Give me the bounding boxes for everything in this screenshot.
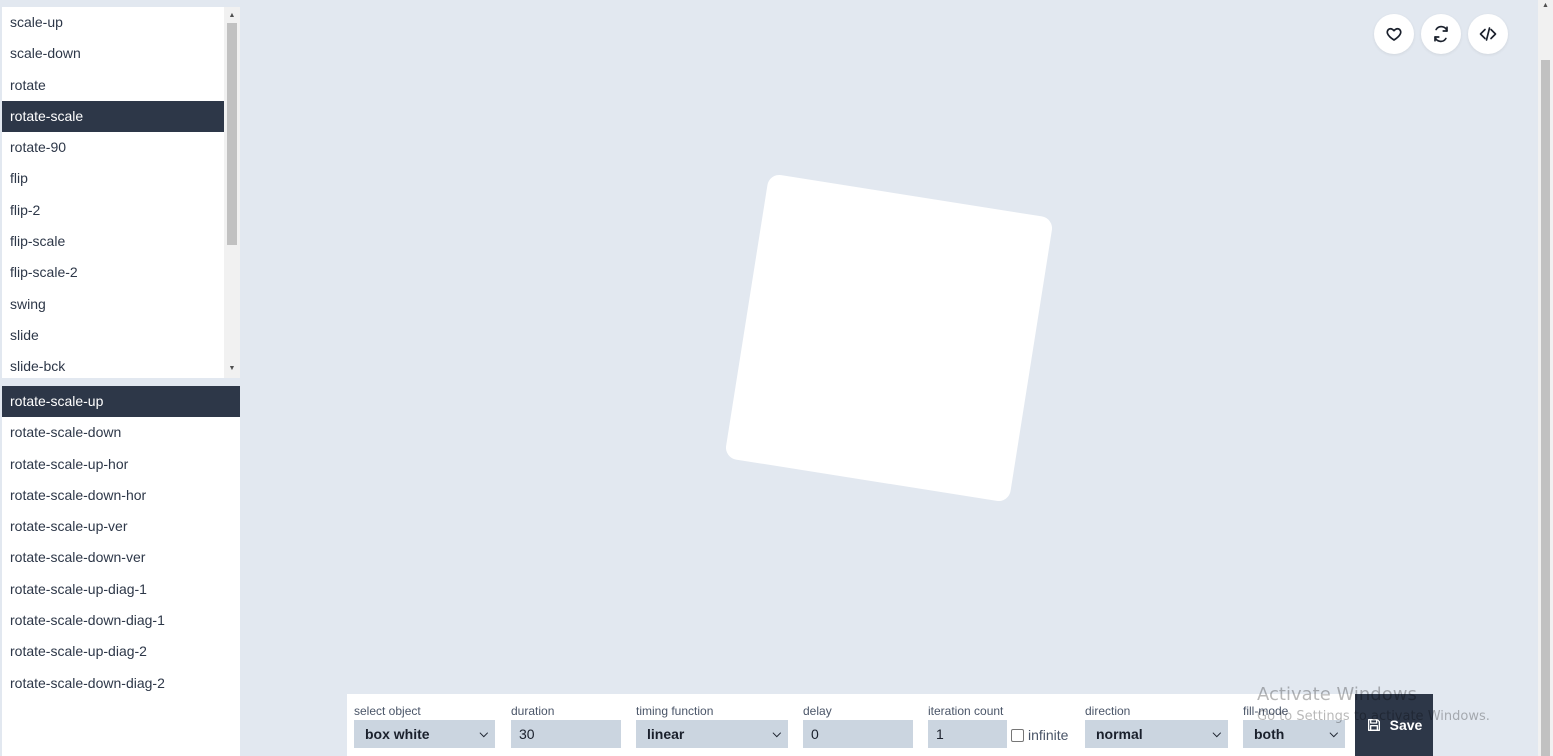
- select-object-control: select object box white ⌵: [354, 704, 495, 748]
- variant-list-item[interactable]: rotate-scale-up-diag-1: [2, 574, 240, 605]
- variant-list-item[interactable]: rotate-scale-up: [2, 386, 240, 418]
- chevron-down-icon: ⌵: [479, 728, 488, 740]
- animation-list-items: scale-up scale-down rotate rotate-scale rota…: [2, 7, 224, 378]
- direction-control: direction normal ⌵: [1085, 704, 1228, 748]
- animation-list-item[interactable]: rotate-90: [2, 132, 224, 163]
- duration-control: duration 30: [511, 704, 621, 748]
- refresh-icon: [1434, 25, 1448, 43]
- favorite-button[interactable]: [1374, 14, 1414, 54]
- infinite-label: infinite: [1028, 727, 1069, 743]
- chevron-down-icon: ⌵: [772, 728, 781, 740]
- select-object-dropdown[interactable]: box white ⌵: [354, 720, 495, 748]
- variant-list-item[interactable]: rotate-scale-down: [2, 417, 240, 448]
- variant-list-item[interactable]: rotate-scale-up-hor: [2, 449, 240, 480]
- variant-list-item[interactable]: rotate-scale-down-ver: [2, 542, 240, 573]
- heart-icon: [1386, 27, 1402, 41]
- animation-list-item[interactable]: flip-2: [2, 195, 224, 226]
- variant-list-item[interactable]: rotate-scale-down-diag-1: [2, 605, 240, 636]
- variant-list: rotate-scale-up rotate-scale-down rotate-s…: [2, 386, 240, 756]
- delay-input[interactable]: 0: [803, 720, 913, 748]
- save-button[interactable]: Save: [1355, 694, 1433, 756]
- toolbar: [1374, 14, 1508, 54]
- animation-list: scale-up scale-down rotate rotate-scale rota…: [2, 7, 240, 378]
- infinite-checkbox[interactable]: [1011, 728, 1024, 742]
- chevron-down-icon: ⌵: [1212, 728, 1221, 740]
- animation-list-item[interactable]: slide-bck: [2, 351, 224, 378]
- direction-label: direction: [1085, 704, 1131, 718]
- code-icon: [1479, 27, 1497, 41]
- select-object-label: select object: [354, 704, 421, 718]
- delay-control: delay 0: [803, 704, 913, 748]
- floppy-disk-icon: [1367, 719, 1380, 731]
- page-scrollbar[interactable]: ▲: [1538, 0, 1553, 756]
- animation-list-item[interactable]: swing: [2, 289, 224, 320]
- animation-list-scroll-thumb[interactable]: [227, 23, 237, 245]
- page-scroll-thumb[interactable]: [1541, 60, 1550, 756]
- variant-list-item[interactable]: rotate-scale-down-hor: [2, 480, 240, 511]
- animation-list-item[interactable]: flip: [2, 163, 224, 194]
- animation-list-item[interactable]: slide: [2, 320, 224, 351]
- fill-mode-label: fill-mode: [1243, 704, 1289, 718]
- save-label: Save: [1389, 717, 1423, 733]
- replay-button[interactable]: [1421, 14, 1461, 54]
- scroll-down-arrow-icon[interactable]: ▼: [224, 362, 240, 376]
- duration-input[interactable]: 30: [511, 720, 621, 748]
- delay-label: delay: [803, 704, 832, 718]
- iteration-count-input[interactable]: 1: [928, 720, 1007, 748]
- timing-function-control: timing function linear ⌵: [636, 704, 788, 748]
- variant-list-item[interactable]: rotate-scale-down-diag-2: [2, 668, 240, 699]
- iteration-count-control: iteration count 1: [928, 704, 1007, 748]
- animation-controls: select object box white ⌵ duration 30 ti…: [347, 694, 1433, 756]
- direction-value: normal: [1096, 726, 1143, 742]
- select-object-value: box white: [365, 726, 430, 742]
- animation-list-item[interactable]: scale-up: [2, 7, 224, 38]
- code-button[interactable]: [1468, 14, 1508, 54]
- timing-function-value: linear: [647, 726, 685, 742]
- animation-list-item[interactable]: flip-scale: [2, 226, 224, 257]
- animation-list-scrollbar[interactable]: ▲ ▼: [224, 7, 240, 378]
- timing-function-dropdown[interactable]: linear ⌵: [636, 720, 788, 748]
- fill-mode-value: both: [1254, 726, 1285, 742]
- duration-label: duration: [511, 704, 555, 718]
- chevron-down-icon: ⌵: [1329, 728, 1338, 740]
- infinite-toggle[interactable]: infinite: [1011, 727, 1068, 743]
- animation-list-item[interactable]: rotate: [2, 70, 224, 101]
- preview-object: [724, 173, 1054, 503]
- page-scroll-up-icon[interactable]: ▲: [1538, 2, 1553, 9]
- scroll-up-arrow-icon[interactable]: ▲: [224, 9, 240, 23]
- timing-function-label: timing function: [636, 704, 714, 718]
- animation-list-item[interactable]: scale-down: [2, 38, 224, 69]
- fill-mode-dropdown[interactable]: both ⌵: [1243, 720, 1345, 748]
- iteration-count-label: iteration count: [928, 704, 1004, 718]
- fill-mode-control: fill-mode both ⌵: [1243, 704, 1345, 748]
- animation-list-item[interactable]: rotate-scale: [2, 100, 224, 133]
- animation-list-item[interactable]: flip-scale-2: [2, 257, 224, 288]
- direction-dropdown[interactable]: normal ⌵: [1085, 720, 1228, 748]
- variant-list-item[interactable]: rotate-scale-up-diag-2: [2, 636, 240, 667]
- variant-list-item[interactable]: rotate-scale-up-ver: [2, 511, 240, 542]
